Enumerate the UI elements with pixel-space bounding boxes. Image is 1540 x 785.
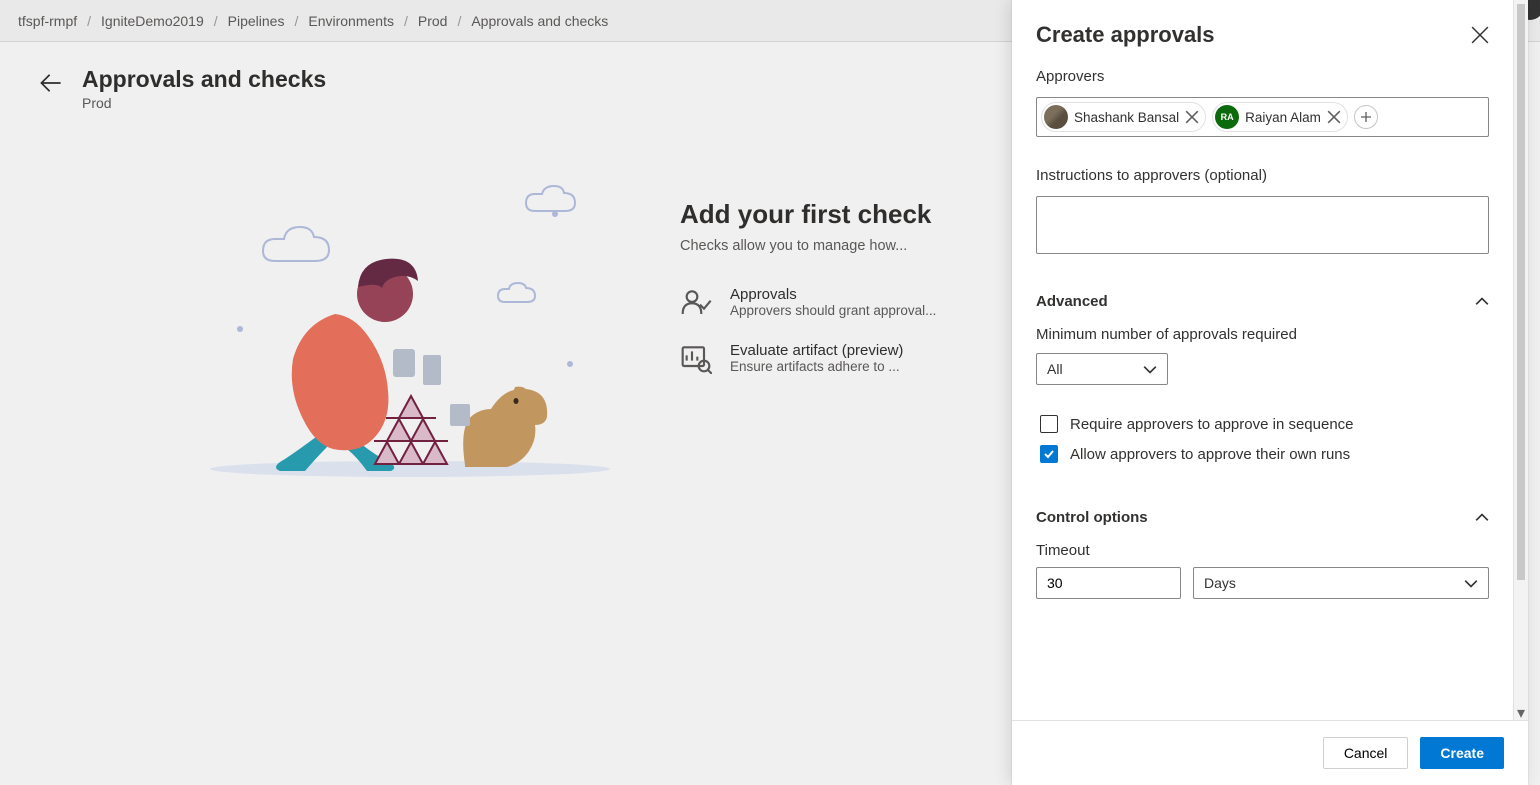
allow-own-runs-checkbox[interactable]	[1040, 445, 1058, 463]
remove-icon[interactable]	[1327, 110, 1341, 124]
allow-own-runs-label: Allow approvers to approve their own run…	[1070, 446, 1350, 463]
approver-chip: RA Raiyan Alam	[1212, 102, 1348, 132]
control-options-section-toggle[interactable]: Control options	[1036, 505, 1489, 530]
scrollbar[interactable]: ▴ ▾	[1513, 0, 1528, 720]
create-button[interactable]: Create	[1420, 737, 1504, 769]
timeout-unit-value: Days	[1204, 575, 1236, 591]
cancel-button[interactable]: Cancel	[1323, 737, 1409, 769]
remove-icon[interactable]	[1185, 110, 1199, 124]
chevron-up-icon	[1475, 295, 1489, 309]
chevron-up-icon	[1475, 511, 1489, 525]
scroll-down-icon[interactable]: ▾	[1514, 705, 1528, 720]
approver-name: Shashank Bansal	[1074, 110, 1179, 125]
instructions-label: Instructions to approvers (optional)	[1036, 167, 1489, 184]
timeout-unit-select[interactable]: Days	[1193, 567, 1489, 599]
advanced-section-toggle[interactable]: Advanced	[1036, 289, 1489, 314]
avatar	[1044, 105, 1068, 129]
advanced-label: Advanced	[1036, 293, 1108, 310]
check-icon	[1043, 448, 1055, 460]
min-approvals-value: All	[1047, 361, 1063, 377]
require-sequence-label: Require approvers to approve in sequence	[1070, 416, 1354, 433]
min-approvals-select[interactable]: All	[1036, 353, 1168, 385]
plus-icon	[1360, 111, 1372, 123]
panel-title: Create approvals	[1036, 22, 1215, 48]
min-approvals-label: Minimum number of approvals required	[1036, 326, 1489, 343]
approver-chip: Shashank Bansal	[1041, 102, 1206, 132]
chevron-down-icon	[1143, 362, 1157, 376]
approvers-label: Approvers	[1036, 68, 1489, 85]
close-icon[interactable]	[1471, 26, 1489, 44]
instructions-input[interactable]	[1036, 196, 1489, 254]
scrollbar-thumb[interactable]	[1517, 4, 1525, 580]
timeout-value-input[interactable]	[1036, 567, 1181, 599]
chevron-down-icon	[1464, 576, 1478, 590]
control-options-label: Control options	[1036, 509, 1148, 526]
timeout-label: Timeout	[1036, 542, 1489, 559]
approvers-input[interactable]: Shashank Bansal RA Raiyan Alam	[1036, 97, 1489, 137]
add-approver-button[interactable]	[1354, 105, 1378, 129]
approver-name: Raiyan Alam	[1245, 110, 1321, 125]
panel-footer: Cancel Create	[1012, 720, 1528, 785]
require-sequence-checkbox[interactable]	[1040, 415, 1058, 433]
avatar: RA	[1215, 105, 1239, 129]
create-approvals-panel: Create approvals Approvers Shashank Bans…	[1012, 0, 1528, 785]
